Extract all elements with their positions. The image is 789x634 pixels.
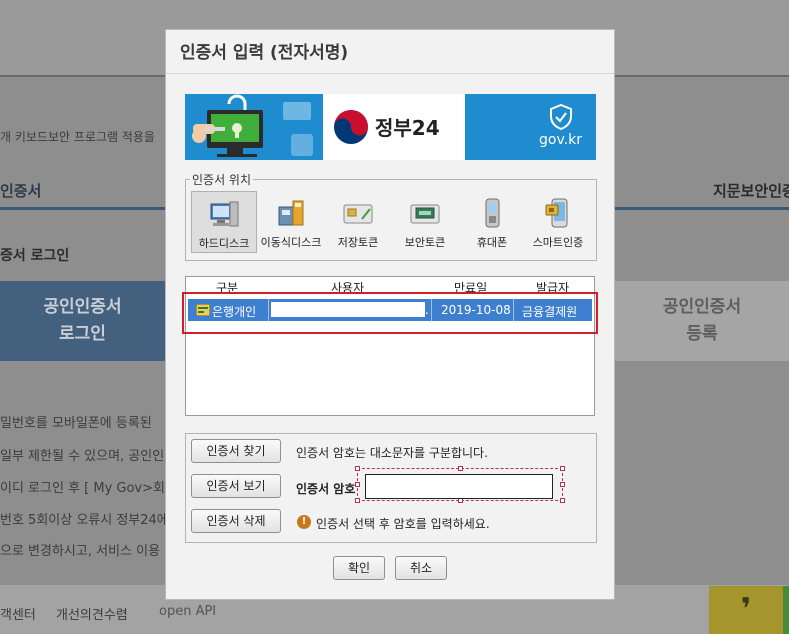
security-token-icon	[410, 204, 440, 224]
tab-certificate[interactable]: 인증서	[0, 180, 41, 201]
gov24-banner: 정부24 gov.kr	[185, 94, 596, 160]
warning-icon: !	[297, 515, 311, 529]
resize-handle	[355, 482, 360, 487]
hard-disk-icon	[210, 201, 239, 227]
certificate-dialog: 인증서 입력 (전자서명) 정부24 gov.kr 인증서 위치 하드디스크 이…	[165, 29, 615, 600]
side-accent	[783, 586, 789, 634]
delete-certificate-button[interactable]: 인증서 삭제	[191, 509, 281, 533]
location-label: 보안토큰	[404, 236, 446, 249]
removable-disk-icon	[278, 200, 304, 226]
location-label: 저장토큰	[337, 236, 379, 249]
tab-underline	[0, 207, 165, 210]
gov24-logo-text: 정부24	[375, 116, 440, 140]
info-line: 밀번호를 모바일폰에 등록된	[0, 416, 152, 431]
location-label: 휴대폰	[476, 236, 508, 249]
case-sensitive-notice: 인증서 암호는 대소문자를 구분합니다.	[296, 446, 488, 460]
smart-auth-icon	[545, 198, 568, 228]
location-removable-disk[interactable]: 이동식디스크	[258, 191, 324, 253]
tab-fingerprint[interactable]: 지문보안인증	[713, 180, 789, 201]
footer-link-support[interactable]: 객센터	[0, 604, 36, 623]
info-line: 이디 로그인 후 [ My Gov>회	[0, 481, 165, 496]
info-list: 밀번호를 모바일폰에 등록된 일부 제한될 수 있으며, 공인인 이디 로그인 …	[0, 386, 169, 586]
footer-link-feedback[interactable]: 개선의견수렴	[56, 604, 128, 623]
tab-right-underline	[615, 207, 789, 210]
keyboard-security-notice: 개 키보드보안 프로그램 적용을	[0, 130, 155, 144]
location-hard-disk[interactable]: 하드디스크	[191, 191, 257, 253]
view-certificate-button[interactable]: 인증서 보기	[191, 474, 281, 498]
certificate-login-button[interactable]: 공인인증서 로그인	[0, 281, 165, 361]
section-title: 증서 로그인	[0, 248, 70, 264]
info-line: 으로 변경하시고, 서비스 이용	[0, 544, 161, 559]
mobile-phone-icon	[485, 198, 500, 228]
password-input[interactable]	[365, 474, 553, 499]
shield-check-icon	[550, 104, 572, 130]
location-legend: 인증서 위치	[190, 171, 254, 188]
location-storage-token[interactable]: 저장토큰	[325, 191, 391, 253]
location-mobile-phone[interactable]: 휴대폰	[459, 191, 525, 253]
gov-kr-domain: gov.kr	[539, 132, 582, 148]
dialog-title: 인증서 입력 (전자서명)	[180, 43, 349, 63]
location-label: 하드디스크	[198, 237, 250, 250]
find-certificate-button[interactable]: 인증서 찾기	[191, 439, 281, 463]
location-label: 이동식디스크	[260, 236, 322, 249]
certificate-register-button[interactable]: 공인인증서 등록	[615, 281, 789, 361]
title-divider	[166, 73, 614, 74]
cancel-button[interactable]: 취소	[395, 556, 447, 580]
resize-handle	[458, 466, 463, 471]
resize-handle	[560, 466, 565, 471]
resize-handle	[560, 482, 565, 487]
location-smart-auth[interactable]: 스마트인증	[525, 191, 591, 253]
password-hint: 인증서 선택 후 암호를 입력하세요.	[316, 517, 490, 531]
resize-handle	[355, 466, 360, 471]
highlight-outline	[182, 292, 598, 334]
password-label: 인증서 암호	[296, 482, 356, 496]
storage-token-icon	[343, 204, 373, 224]
info-line: 일부 제한될 수 있으며, 공인인	[0, 449, 165, 464]
resize-handle	[560, 498, 565, 503]
info-line: 번호 5회이상 오류시 정부24에	[0, 513, 169, 528]
footer-link-openapi[interactable]: open API	[159, 604, 216, 619]
security-illustration-icon	[185, 94, 323, 160]
location-label: 스마트인증	[532, 236, 584, 249]
resize-handle	[355, 498, 360, 503]
taegeuk-logo-icon	[334, 110, 368, 144]
chatbot-button[interactable]: ❜	[709, 586, 783, 634]
location-security-token[interactable]: 보안토큰	[392, 191, 458, 253]
ok-button[interactable]: 확인	[333, 556, 385, 580]
